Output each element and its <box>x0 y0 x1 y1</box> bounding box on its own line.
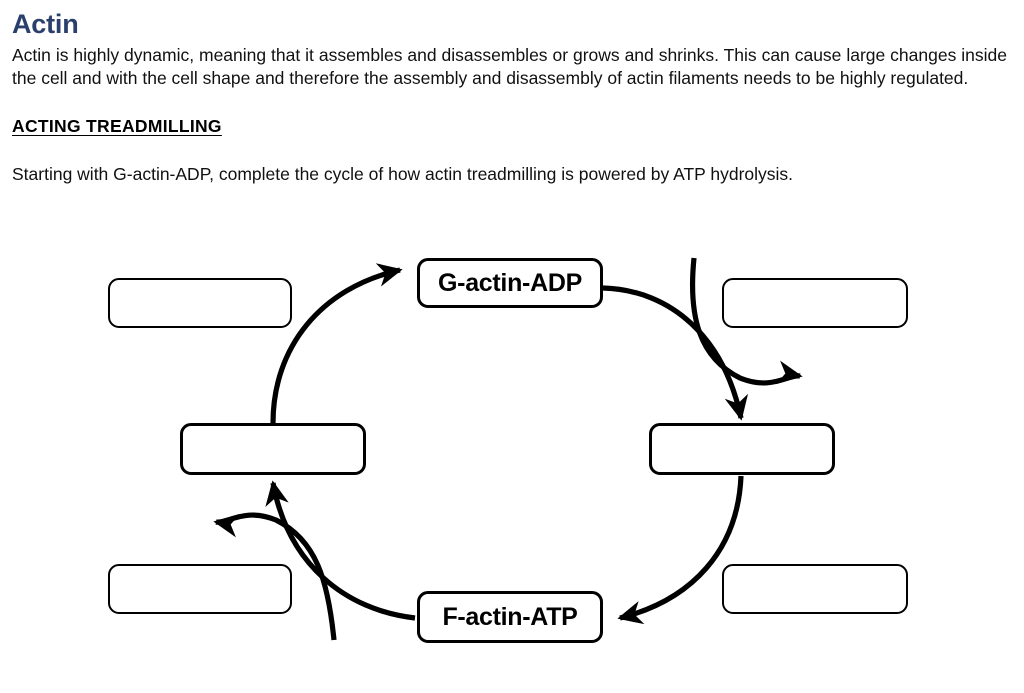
node-f-actin-atp[interactable]: F-actin-ATP <box>417 591 603 643</box>
text-block: Actin Actin is highly dynamic, meaning t… <box>12 9 1012 185</box>
worksheet-page: Actin Actin is highly dynamic, meaning t… <box>0 0 1024 693</box>
arrow-mid-left-to-g-actin <box>270 263 403 424</box>
answer-box-mid-left[interactable] <box>180 423 366 475</box>
answer-box-bottom-left[interactable] <box>108 564 292 614</box>
arrow-f-actin-to-mid-left <box>265 480 416 621</box>
node-f-actin-atp-label: F-actin-ATP <box>442 602 578 631</box>
node-g-actin-adp[interactable]: G-actin-ADP <box>417 258 603 308</box>
answer-box-top-right[interactable] <box>722 278 908 328</box>
answer-box-mid-right[interactable] <box>649 423 835 475</box>
intro-paragraph: Actin is highly dynamic, meaning that it… <box>12 44 1007 88</box>
treadmilling-cycle-diagram: G-actin-ADP F-actin-ATP <box>0 228 1024 693</box>
section-heading: ACTING TREADMILLING <box>12 116 222 137</box>
node-g-actin-adp-label: G-actin-ADP <box>438 268 582 297</box>
arrow-g-actin-to-mid-right <box>602 285 749 421</box>
answer-box-bottom-right[interactable] <box>722 564 908 614</box>
page-title: Actin <box>12 9 79 39</box>
instruction-text: Starting with G-actin-ADP, complete the … <box>12 164 794 185</box>
answer-box-top-left[interactable] <box>108 278 292 328</box>
